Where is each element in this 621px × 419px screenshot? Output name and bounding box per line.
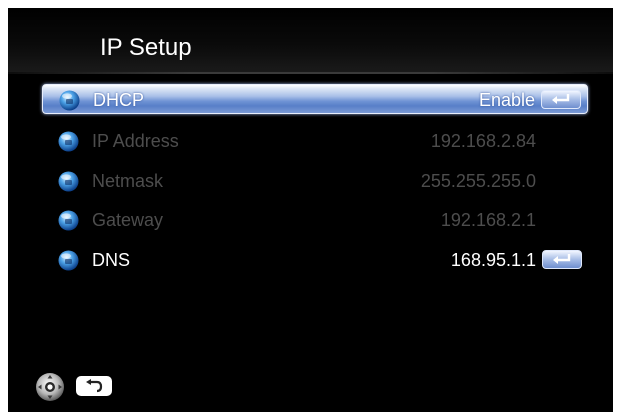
network-globe-icon <box>58 250 79 271</box>
enter-arrow-icon <box>552 94 570 104</box>
network-globe-icon <box>59 90 80 111</box>
tv-screen: IP Setup DHCP Enable IP Address 192.168.… <box>8 8 613 412</box>
network-globe-icon <box>58 210 79 231</box>
enter-button[interactable] <box>541 90 581 109</box>
setting-value: 168.95.1.1 <box>450 250 536 270</box>
setting-row-dhcp[interactable]: DHCP Enable <box>42 84 588 114</box>
back-icon <box>86 379 103 393</box>
page-title: IP Setup <box>100 34 192 61</box>
setting-label: Gateway <box>92 210 164 230</box>
setting-row-dns[interactable]: DNS 168.95.1.1 <box>42 245 588 275</box>
setting-row-gateway[interactable]: Gateway 192.168.2.1 <box>42 205 588 235</box>
setting-label: Netmask <box>92 171 164 191</box>
setting-row-netmask[interactable]: Netmask 255.255.255.0 <box>42 166 588 196</box>
back-button[interactable] <box>76 376 112 396</box>
setting-row-ip-address[interactable]: IP Address 192.168.2.84 <box>42 126 588 156</box>
header-divider <box>8 72 613 74</box>
setting-label: DNS <box>92 250 131 270</box>
header-bar: IP Setup <box>8 8 613 74</box>
setting-label: DHCP <box>93 90 145 110</box>
network-globe-icon <box>58 171 79 192</box>
setting-value: 255.255.255.0 <box>420 171 536 191</box>
dpad-icon <box>36 373 64 401</box>
setting-value: Enable <box>478 90 535 110</box>
enter-arrow-icon <box>553 254 571 264</box>
network-globe-icon <box>58 131 79 152</box>
setting-label: IP Address <box>92 131 179 151</box>
enter-button[interactable] <box>542 250 582 269</box>
setting-value: 192.168.2.84 <box>430 131 536 151</box>
setting-value: 192.168.2.1 <box>440 210 536 230</box>
